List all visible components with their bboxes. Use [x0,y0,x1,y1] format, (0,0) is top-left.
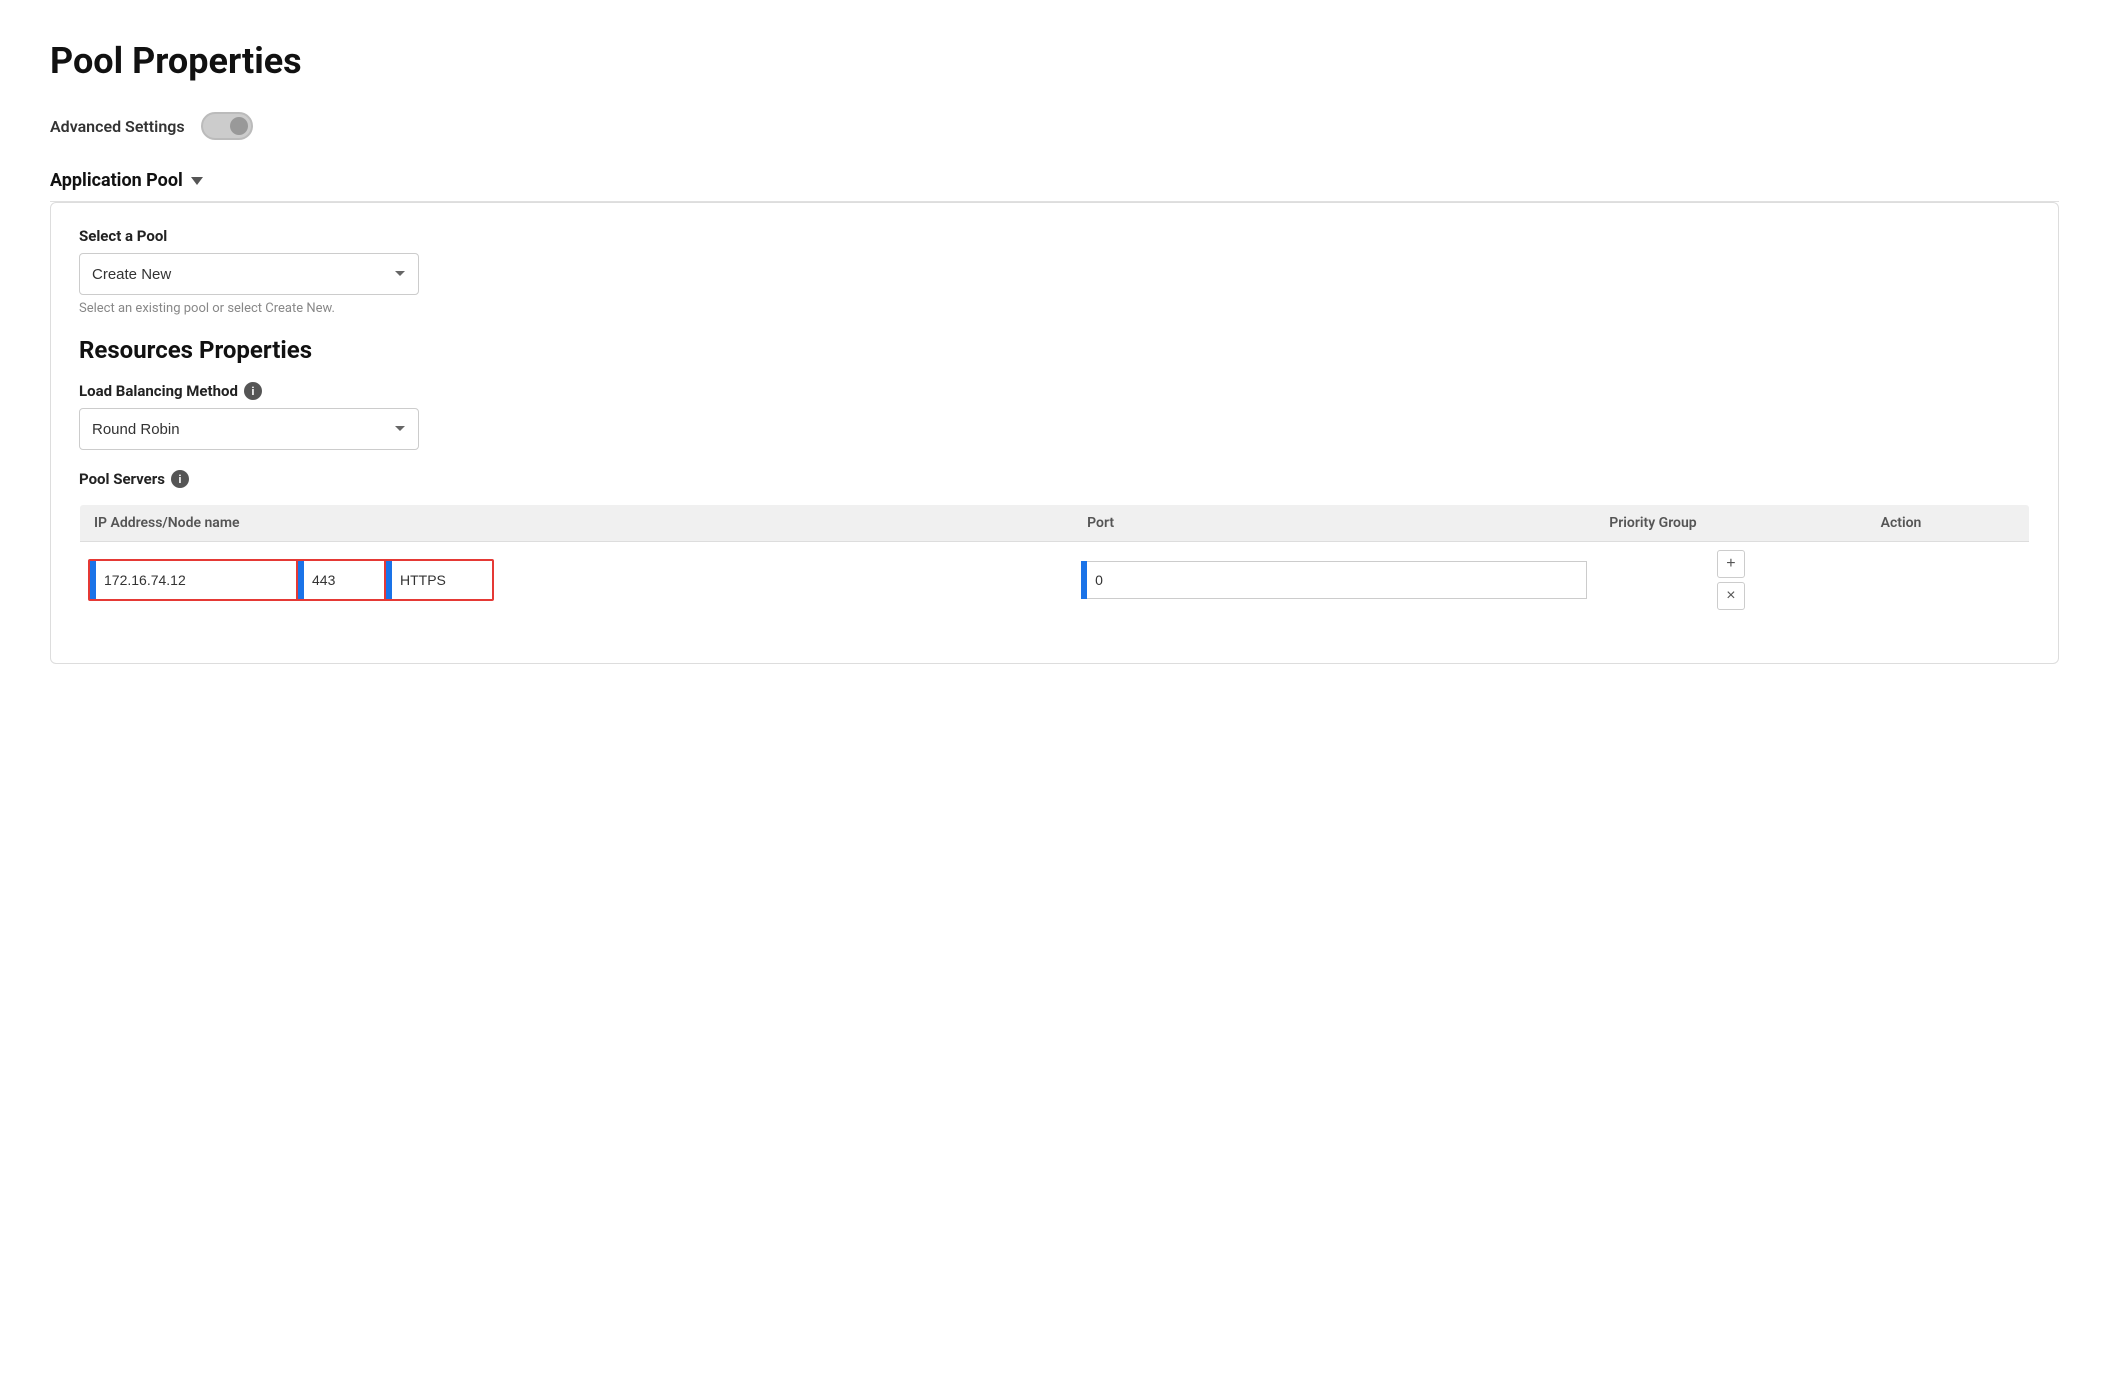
load-balancing-label: Load Balancing Method i [79,382,2030,400]
priority-input[interactable] [1087,561,1587,599]
ip-address-select[interactable]: 172.16.74.12 [96,561,296,599]
ip-segment: 172.16.74.12 [90,561,296,599]
application-pool-header[interactable]: Application Pool [50,170,2059,202]
action-cell: + × [1595,542,1866,619]
pool-servers-group: Pool Servers i IP Address/Node name Port… [79,470,2030,619]
col-priority-header: Priority Group [1595,505,1866,542]
remove-row-button[interactable]: × [1717,582,1745,610]
pool-servers-header-row: IP Address/Node name Port Priority Group… [80,505,2030,542]
resources-properties-title: Resources Properties [79,336,2030,364]
application-pool-title: Application Pool [50,170,183,191]
select-pool-dropdown[interactable]: Create New Pool-1 Pool-2 [79,253,419,295]
add-row-button[interactable]: + [1717,550,1745,578]
protocol-segment: HTTPS HTTP TCP [392,561,492,599]
load-balancing-dropdown[interactable]: Round Robin Least Connections IP Hash [79,408,419,450]
port-segment [304,561,384,599]
pool-servers-tbody: 172.16.74.12 [80,542,2030,619]
select-pool-label: Select a Pool [79,227,2030,245]
advanced-settings-row: Advanced Settings [50,112,2059,140]
load-balancing-info-icon[interactable]: i [244,382,262,400]
pool-servers-thead: IP Address/Node name Port Priority Group… [80,505,2030,542]
col-port-header: Port [1073,505,1595,542]
advanced-settings-label: Advanced Settings [50,117,185,136]
protocol-select[interactable]: HTTPS HTTP TCP [392,561,492,599]
application-pool-chevron-icon [191,177,203,185]
pool-servers-table: IP Address/Node name Port Priority Group… [79,504,2030,619]
priority-cell-wrapper [1081,561,1587,599]
select-pool-group: Select a Pool Create New Pool-1 Pool-2 S… [79,227,2030,316]
pool-servers-label: Pool Servers i [79,470,2030,488]
application-pool-card: Select a Pool Create New Pool-1 Pool-2 S… [50,202,2059,664]
load-balancing-group: Load Balancing Method i Round Robin Leas… [79,382,2030,450]
advanced-settings-toggle[interactable] [201,112,253,140]
ip-cell: 172.16.74.12 [80,542,1074,619]
col-ip-header: IP Address/Node name [80,505,1074,542]
priority-cell [1073,542,1595,619]
page-title: Pool Properties [50,40,2059,82]
col-action-header: Action [1867,505,2030,542]
pool-servers-info-icon[interactable]: i [171,470,189,488]
select-pool-hint: Select an existing pool or select Create… [79,301,2030,316]
action-buttons: + × [1603,550,1858,610]
port-input[interactable] [304,561,384,599]
table-row: 172.16.74.12 [80,542,2030,619]
